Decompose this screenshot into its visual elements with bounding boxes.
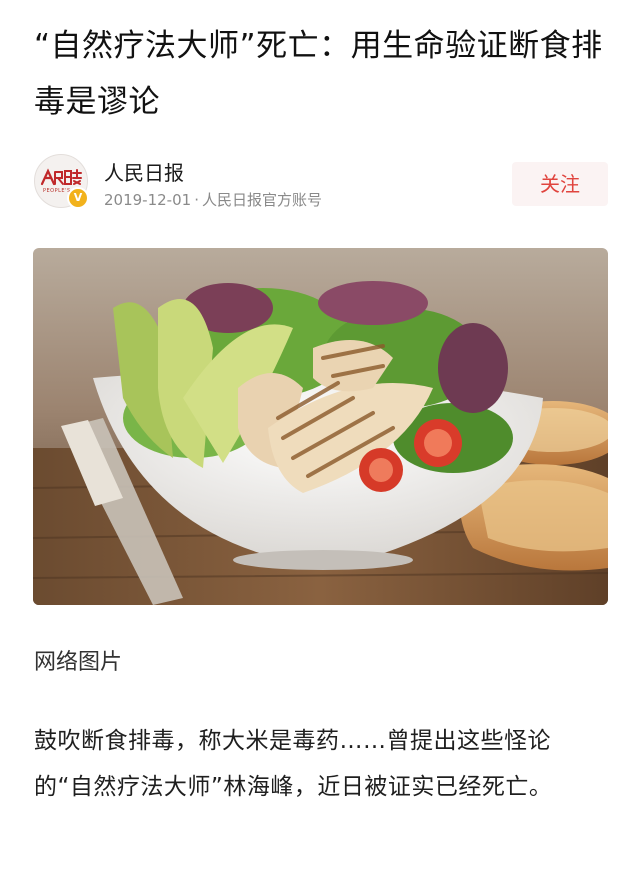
image-caption: 网络图片 [34, 650, 123, 675]
publish-date: 2019-12-01 [104, 191, 192, 209]
author-meta: 2019-12-01 · 人民日报官方账号 [104, 189, 322, 210]
article-title: “自然疗法大师”死亡：用生命验证断食排毒是谬论 [34, 28, 603, 120]
follow-button[interactable]: 关注 [512, 162, 608, 206]
author-source: 人民日报官方账号 [201, 191, 322, 209]
author-name[interactable]: 人民日报 [104, 157, 184, 186]
article-image[interactable] [33, 248, 608, 605]
avatar-text: PEOPLE'S [43, 188, 71, 194]
salad-bowl-photo-icon [33, 248, 608, 605]
avatar[interactable]: PEOPLE'S V [34, 154, 89, 209]
article-paragraph: 鼓吹断食排毒，称大米是毒药……曾提出这些怪论的“自然疗法大师”林海峰，近日被证实… [34, 728, 553, 800]
author-row: PEOPLE'S V 人民日报 2019-12-01 · 人民日报官方账号 关注 [34, 154, 608, 212]
peoples-daily-logo-icon [40, 168, 82, 186]
verified-badge-icon: V [67, 187, 89, 209]
meta-separator: · [194, 191, 199, 209]
